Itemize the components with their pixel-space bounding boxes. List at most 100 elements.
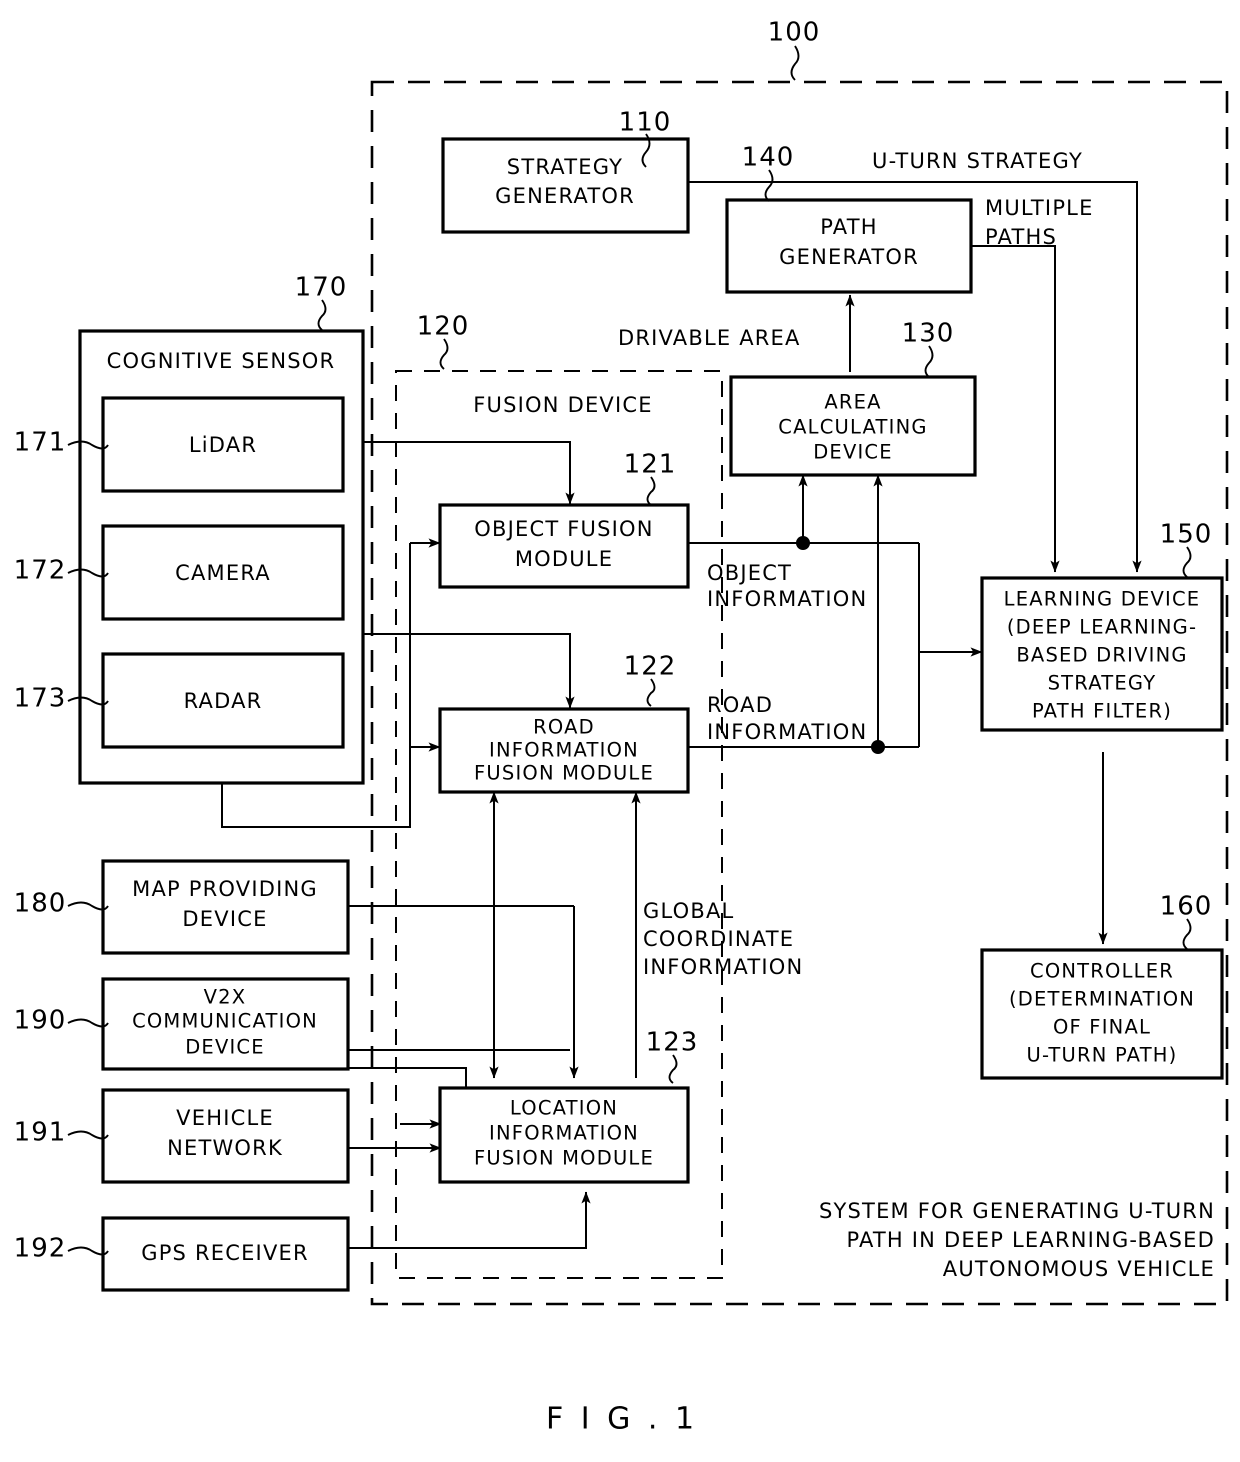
- ref-120: 120: [417, 312, 470, 370]
- block-area-calculating-device[interactable]: AREA CALCULATING DEVICE: [729, 375, 977, 477]
- block-lidar[interactable]: LiDAR: [101, 396, 345, 493]
- location-fusion-line-3: FUSION MODULE: [474, 1147, 654, 1170]
- junction-dot-object-info: [796, 536, 810, 550]
- figure-caption: F I G . 1: [546, 1402, 698, 1437]
- ref-192: 192: [14, 1234, 109, 1264]
- label-global-coordinate-2: COORDINATE: [643, 927, 794, 951]
- block-controller[interactable]: CONTROLLER (DETERMINATION OF FINAL U-TUR…: [980, 948, 1224, 1080]
- label-global-coordinate-3: INFORMATION: [643, 955, 803, 979]
- ref-191: 191: [14, 1118, 109, 1148]
- block-object-fusion-module[interactable]: OBJECT FUSION MODULE: [438, 503, 690, 589]
- block-learning-device[interactable]: LEARNING DEVICE (DEEP LEARNING- BASED DR…: [980, 576, 1224, 732]
- learning-device-line-5: PATH FILTER): [1032, 700, 1172, 723]
- block-path-generator[interactable]: PATH GENERATOR: [725, 198, 973, 294]
- ref-122: 122: [624, 652, 677, 707]
- label-road-information-1: ROAD: [707, 693, 773, 717]
- link-path-generator-to-learning: [971, 245, 1060, 573]
- svg-text:192: 192: [14, 1234, 67, 1264]
- location-fusion-line-2: INFORMATION: [489, 1122, 639, 1145]
- ref-100: 100: [768, 18, 821, 81]
- svg-text:121: 121: [624, 450, 677, 480]
- path-generator-line-2: GENERATOR: [779, 245, 919, 269]
- fusion-device-title: FUSION DEVICE: [473, 393, 652, 417]
- lidar-label: LiDAR: [189, 433, 257, 457]
- path-generator-line-1: PATH: [820, 215, 877, 239]
- area-calc-line-3: DEVICE: [813, 441, 893, 464]
- patent-figure: STRATEGY GENERATOR 110 PATH GENERATOR 14…: [0, 0, 1240, 1462]
- area-calc-line-1: AREA: [824, 391, 881, 414]
- learning-device-line-3: BASED DRIVING: [1016, 644, 1187, 667]
- svg-text:130: 130: [902, 319, 955, 349]
- controller-line-2: (DETERMINATION: [1009, 988, 1195, 1011]
- svg-text:100: 100: [768, 18, 821, 48]
- link-map-to-road-fusion: [348, 791, 499, 907]
- block-road-information-fusion-module[interactable]: ROAD INFORMATION FUSION MODULE: [438, 707, 690, 794]
- object-fusion-line-2: MODULE: [515, 547, 613, 571]
- system-title-line-2: PATH IN DEEP LEARNING-BASED: [846, 1228, 1215, 1252]
- learning-device-line-1: LEARNING DEVICE: [1004, 588, 1201, 611]
- label-object-information-1: OBJECT: [707, 561, 792, 585]
- label-multiple-paths-1: MULTIPLE: [985, 196, 1094, 220]
- svg-text:120: 120: [417, 312, 470, 342]
- svg-text:140: 140: [742, 143, 795, 173]
- object-fusion-line-1: OBJECT FUSION: [474, 517, 653, 541]
- controller-line-3: OF FINAL: [1053, 1016, 1151, 1039]
- ref-150: 150: [1160, 520, 1211, 578]
- label-drivable-area: DRIVABLE AREA: [618, 326, 801, 350]
- controller-line-4: U-TURN PATH): [1027, 1044, 1178, 1067]
- area-calc-line-2: CALCULATING: [778, 416, 927, 439]
- strategy-generator-line-2: GENERATOR: [495, 184, 635, 208]
- label-road-information-2: INFORMATION: [707, 720, 867, 744]
- block-strategy-generator[interactable]: STRATEGY GENERATOR: [441, 137, 690, 234]
- label-global-coordinate-1: GLOBAL: [643, 899, 734, 923]
- controller-line-1: CONTROLLER: [1030, 960, 1174, 983]
- learning-device-line-4: STRATEGY: [1048, 672, 1157, 695]
- learning-device-line-2: (DEEP LEARNING-: [1007, 616, 1197, 639]
- camera-label: CAMERA: [175, 561, 271, 585]
- road-fusion-line-3: FUSION MODULE: [474, 762, 654, 785]
- location-fusion-line-1: LOCATION: [510, 1097, 618, 1120]
- road-fusion-line-1: ROAD: [533, 716, 595, 739]
- strategy-generator-line-1: STRATEGY: [507, 155, 623, 179]
- ref-160: 160: [1160, 892, 1213, 950]
- block-map-providing-device[interactable]: MAP PROVIDING DEVICE: [101, 859, 350, 955]
- link-gps-to-location-fusion: [348, 1191, 591, 1249]
- radar-label: RADAR: [184, 689, 263, 713]
- ref-123: 123: [646, 1028, 699, 1084]
- link-camera-to-road-fusion: [363, 633, 575, 709]
- svg-text:180: 180: [14, 889, 67, 919]
- system-title-line-1: SYSTEM FOR GENERATING U-TURN: [819, 1199, 1215, 1223]
- cognitive-sensor-title: COGNITIVE SENSOR: [107, 349, 336, 373]
- vehicle-network-line-1: VEHICLE: [176, 1106, 274, 1130]
- svg-text:122: 122: [624, 652, 677, 682]
- gps-receiver-label: GPS RECEIVER: [141, 1241, 309, 1265]
- block-radar[interactable]: RADAR: [101, 652, 345, 749]
- map-device-line-2: DEVICE: [182, 907, 267, 931]
- svg-text:190: 190: [14, 1006, 67, 1036]
- block-location-information-fusion-module[interactable]: LOCATION INFORMATION FUSION MODULE: [438, 1086, 690, 1184]
- svg-text:160: 160: [1160, 892, 1213, 922]
- svg-text:173: 173: [14, 684, 67, 714]
- block-gps-receiver[interactable]: GPS RECEIVER: [101, 1216, 350, 1292]
- block-camera[interactable]: CAMERA: [101, 524, 345, 621]
- block-v2x-communication-device[interactable]: V2X COMMUNICATION DEVICE: [101, 977, 350, 1071]
- svg-text:172: 172: [14, 556, 67, 586]
- ref-130: 130: [902, 319, 955, 378]
- svg-text:123: 123: [646, 1028, 699, 1058]
- block-vehicle-network[interactable]: VEHICLE NETWORK: [101, 1088, 350, 1184]
- v2x-line-2: COMMUNICATION: [132, 1010, 318, 1033]
- ref-170: 170: [295, 273, 346, 331]
- link-lidar-to-object-fusion: [363, 441, 575, 505]
- road-fusion-line-2: INFORMATION: [489, 739, 639, 762]
- ref-121: 121: [624, 450, 677, 506]
- system-title-line-3: AUTONOMOUS VEHICLE: [943, 1257, 1215, 1281]
- map-device-line-1: MAP PROVIDING: [132, 877, 318, 901]
- diagram-canvas: STRATEGY GENERATOR 110 PATH GENERATOR 14…: [14, 18, 1229, 1437]
- ref-190: 190: [14, 1006, 109, 1036]
- label-object-information-2: INFORMATION: [707, 587, 867, 611]
- label-multiple-paths-2: PATHS: [985, 225, 1057, 249]
- ref-140: 140: [742, 143, 795, 202]
- junction-dot-road-info: [871, 740, 885, 754]
- v2x-line-3: DEVICE: [185, 1036, 265, 1059]
- svg-text:191: 191: [14, 1118, 67, 1148]
